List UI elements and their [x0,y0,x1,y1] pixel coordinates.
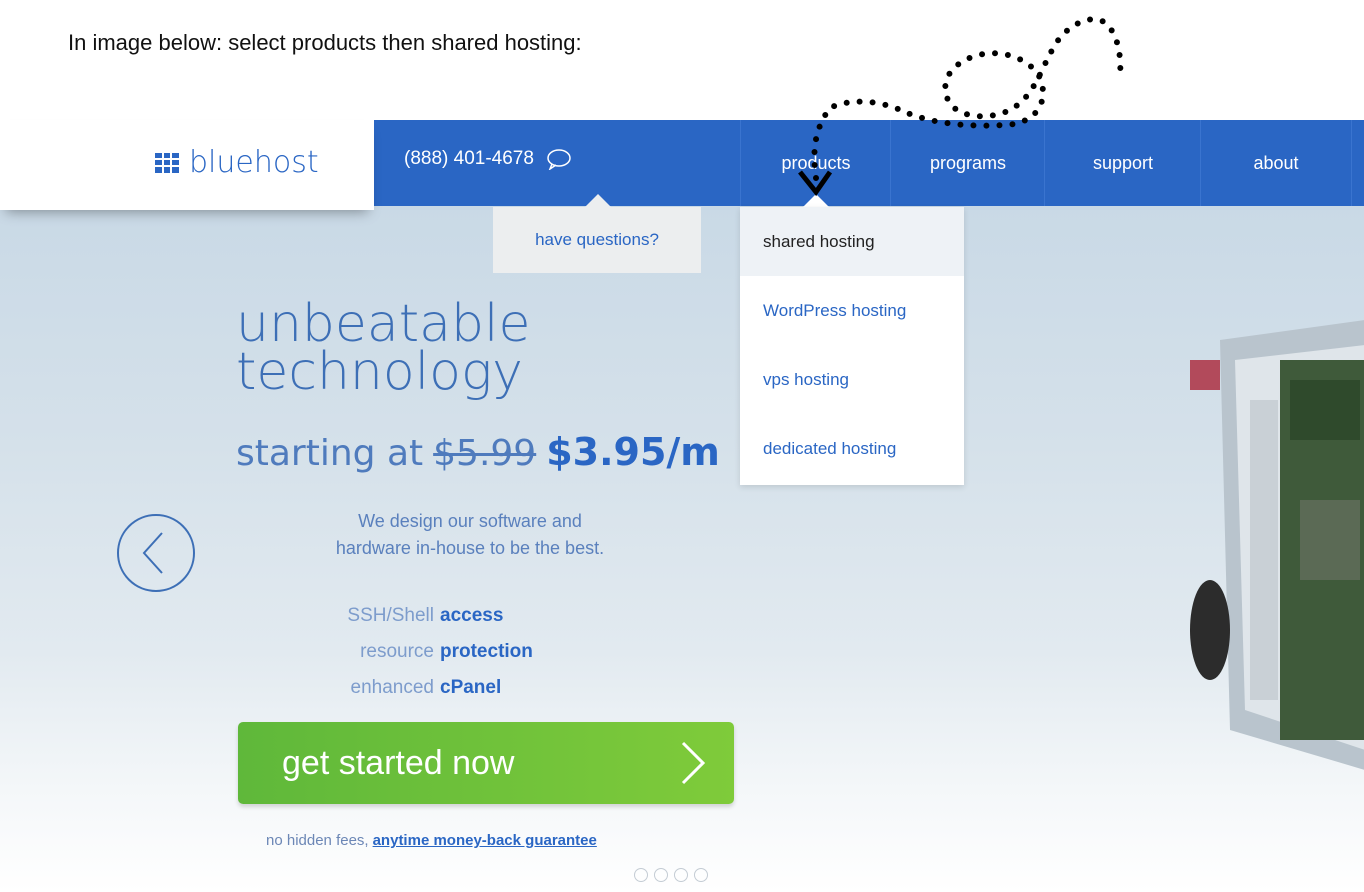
hero-headline: unbeatable technology [236,294,531,402]
carousel-dot[interactable] [694,868,708,882]
products-pointer [803,194,829,207]
carousel-prev-button[interactable] [116,513,196,593]
guarantee-note: no hidden fees, anytime money-back guaran… [266,832,597,849]
menu-item-shared-hosting[interactable]: shared hosting [740,207,964,276]
feature-list: SSH/Shell access resource protection enh… [300,598,533,706]
get-started-button[interactable]: get started now [238,722,734,804]
chevron-left-icon [142,532,163,574]
chevron-right-icon [681,741,706,785]
carousel-dot[interactable] [674,868,688,882]
have-questions-link[interactable]: have questions? [493,207,701,273]
old-price: $5.99 [433,433,537,474]
logo-grid-icon [155,152,179,173]
logo-text: bluehost [189,145,319,180]
nav-about[interactable]: about [1200,120,1352,206]
new-price: $3.95/m [546,430,720,474]
menu-item-vps-hosting[interactable]: vps hosting [740,345,964,414]
phone-contact[interactable]: (888) 401-4678 [404,148,572,170]
phone-number: (888) 401-4678 [404,148,534,169]
feature-item: enhanced cPanel [350,677,502,698]
phone-pointer [585,194,611,207]
carousel-dot[interactable] [634,868,648,882]
products-dropdown: shared hosting WordPress hosting vps hos… [740,207,964,485]
hero-tagline: We design our software and hardware in-h… [335,511,605,558]
price-line: starting at $5.99 $3.95/m [236,430,720,474]
cta-label: get started now [282,743,515,782]
server-hardware-image [1190,320,1364,770]
feature-item: SSH/Shell access [347,605,504,626]
chat-bubble-icon[interactable] [546,148,572,170]
price-prefix: starting at [236,433,424,474]
guarantee-link[interactable]: anytime money-back guarantee [373,832,597,849]
carousel-dots [634,868,708,882]
headline-line-2: technology [236,342,523,402]
bluehost-logo[interactable]: bluehost [155,145,319,180]
feature-item: resource protection [360,641,533,662]
menu-item-wordpress-hosting[interactable]: WordPress hosting [740,276,964,345]
instruction-text: In image below: select products then sha… [68,30,582,55]
nav-programs[interactable]: programs [890,120,1045,206]
nav-support[interactable]: support [1044,120,1201,206]
menu-item-dedicated-hosting[interactable]: dedicated hosting [740,414,964,483]
headline-line-1: unbeatable [236,294,531,354]
carousel-dot[interactable] [654,868,668,882]
